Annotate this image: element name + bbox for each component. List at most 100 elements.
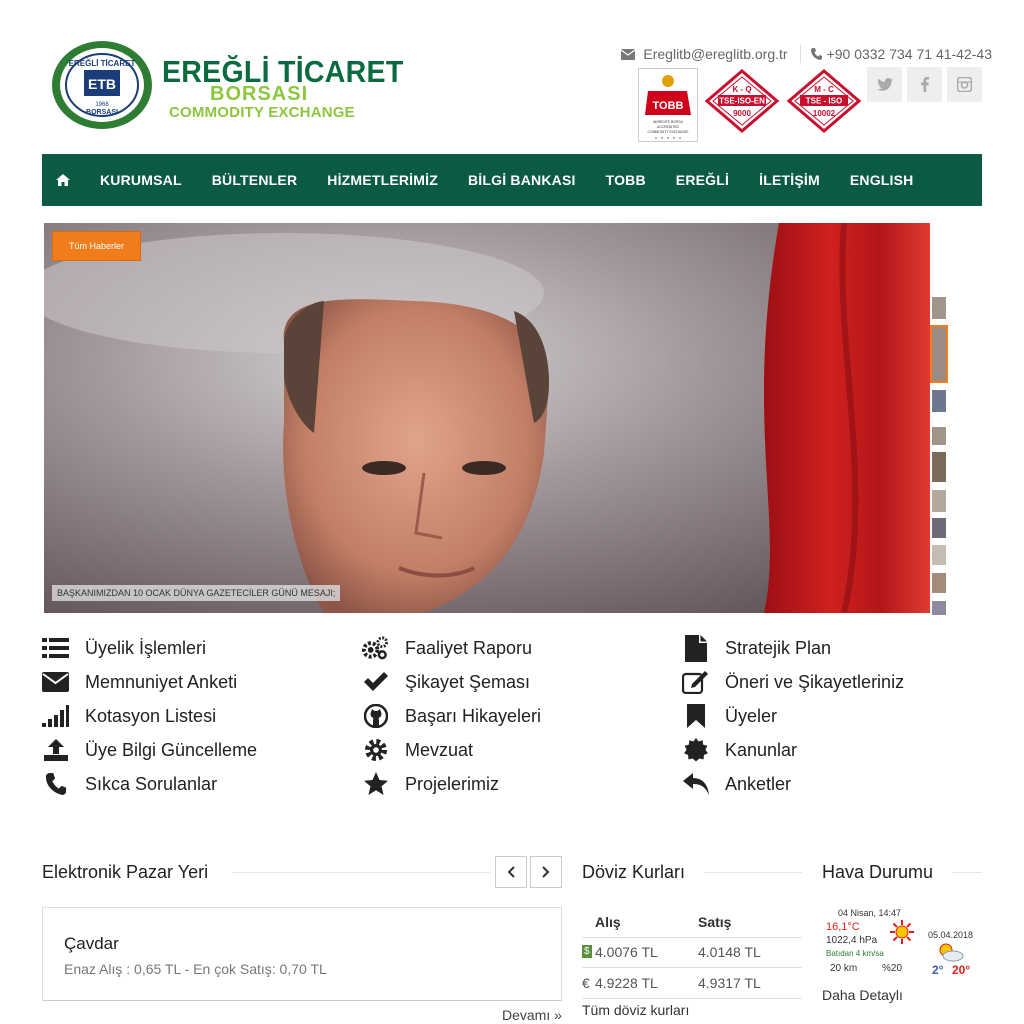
upload-icon bbox=[42, 737, 69, 764]
link-sikayet-semasi[interactable]: Şikayet Şeması bbox=[362, 667, 530, 697]
social-links bbox=[867, 67, 982, 102]
github-icon bbox=[362, 703, 389, 730]
contact-email[interactable]: Ereglitb@ereglitb.org.tr bbox=[643, 46, 787, 62]
svg-text:K - Q: K - Q bbox=[732, 85, 751, 94]
link-uye-bilgi-guncelleme[interactable]: Üye Bilgi Güncelleme bbox=[42, 735, 257, 765]
svg-text:TOBB: TOBB bbox=[653, 100, 684, 112]
svg-text:ACCREDITED: ACCREDITED bbox=[657, 125, 680, 129]
fx-title: Döviz Kurları bbox=[582, 862, 686, 882]
link-label: Kanunlar bbox=[725, 739, 798, 760]
link-label: Projelerimiz bbox=[405, 773, 500, 794]
link-sikca-sorulanlar[interactable]: Sıkca Sorulanlar bbox=[42, 769, 217, 799]
contact-divider bbox=[799, 45, 801, 63]
link-oneri-sikayetleriniz[interactable]: Öneri ve Şikayetleriniz bbox=[682, 667, 904, 697]
fx-all-rates-link[interactable]: Tüm döviz kurları bbox=[582, 1002, 689, 1018]
link-kotasyon-listesi[interactable]: Kotasyon Listesi bbox=[42, 701, 216, 731]
svg-text:1968: 1968 bbox=[95, 102, 109, 108]
edit-icon bbox=[682, 669, 709, 696]
instagram-icon[interactable] bbox=[947, 67, 982, 102]
link-label: Kotasyon Listesi bbox=[85, 705, 217, 726]
nav-kurumsal[interactable]: KURUMSAL bbox=[100, 172, 182, 188]
slider-thumb[interactable] bbox=[932, 427, 946, 445]
link-label: Şikayet Şeması bbox=[405, 671, 531, 692]
link-label: Üyelik İşlemleri bbox=[85, 637, 207, 658]
link-stratejik-plan[interactable]: Stratejik Plan bbox=[682, 633, 831, 663]
link-faaliyet-raporu[interactable]: Faaliyet Raporu bbox=[362, 633, 532, 663]
nav-english[interactable]: ENGLISH bbox=[850, 172, 914, 188]
star-icon bbox=[362, 771, 389, 798]
svg-text:TSE-ISO-EN: TSE-ISO-EN bbox=[719, 97, 765, 106]
slider-thumb[interactable] bbox=[932, 601, 946, 615]
all-news-button[interactable]: Tüm Haberler bbox=[52, 231, 141, 261]
link-label: Öneri ve Şikayetleriniz bbox=[725, 671, 905, 692]
signal-bars-icon bbox=[42, 703, 69, 730]
prev-button[interactable] bbox=[495, 856, 527, 888]
weather-title: Hava Durumu bbox=[822, 862, 934, 882]
weather-next-date: 05.04.2018 bbox=[928, 930, 974, 940]
slider-thumb[interactable] bbox=[932, 573, 946, 593]
fx-col-buy: Alış bbox=[595, 914, 621, 930]
slider-thumb[interactable] bbox=[932, 518, 946, 538]
tse-iso-10002-badge[interactable]: M - C TSE - ISO 10002 bbox=[786, 68, 862, 134]
brand-commodity-exchange: COMMODITY EXCHANGE bbox=[169, 104, 355, 121]
link-label: Stratejik Plan bbox=[725, 637, 832, 658]
link-anketler[interactable]: Anketler bbox=[682, 769, 791, 799]
slider-thumb[interactable] bbox=[932, 545, 946, 565]
fx-usd-buy: 4.0076 TL bbox=[595, 944, 658, 960]
slider-thumb-active[interactable] bbox=[930, 325, 948, 383]
link-label: Memnuniyet Anketi bbox=[85, 671, 238, 692]
document-icon bbox=[682, 634, 709, 662]
slider-thumb[interactable] bbox=[932, 490, 946, 512]
slider-thumb[interactable] bbox=[932, 452, 946, 482]
weather-widget[interactable]: 04 Nisan, 14:47 16,1°C 1022,4 hPa Batıda… bbox=[822, 906, 982, 982]
market-more-link[interactable]: Devamı » bbox=[502, 1007, 562, 1023]
link-uyeler[interactable]: Üyeler bbox=[682, 701, 777, 731]
svg-text:COMMODITY EXCHANGE: COMMODITY EXCHANGE bbox=[647, 130, 689, 134]
svg-text:10002: 10002 bbox=[813, 109, 836, 118]
nav-bilgi-bankasi[interactable]: BİLGİ BANKASI bbox=[468, 172, 576, 188]
euro-icon: € bbox=[582, 975, 590, 991]
slide-caption[interactable]: BAŞKANIMIZDAN 10 OCAK DÜNYA GAZETECİLER … bbox=[52, 585, 341, 601]
weather-visibility: 20 km bbox=[830, 963, 858, 974]
fx-row-usd: $ 4.0076 TL 4.0148 TL bbox=[582, 937, 802, 968]
link-kanunlar[interactable]: Kanunlar bbox=[682, 735, 797, 765]
tse-iso-9000-badge[interactable]: K - Q TSE-ISO-EN 9000 bbox=[704, 68, 780, 134]
certificate-icon bbox=[682, 737, 709, 764]
fx-eur-buy: 4.9228 TL bbox=[595, 975, 658, 991]
twitter-icon[interactable] bbox=[867, 67, 902, 102]
slider-thumb[interactable] bbox=[932, 297, 946, 319]
nav-iletisim[interactable]: İLETİŞİM bbox=[759, 172, 820, 188]
market-item-name: Çavdar bbox=[64, 934, 119, 953]
link-projelerimiz[interactable]: Projelerimiz bbox=[362, 769, 499, 799]
link-memnuniyet-anketi[interactable]: Memnuniyet Anketi bbox=[42, 667, 237, 697]
link-label: Anketler bbox=[725, 773, 792, 794]
svg-text:BORSASI: BORSASI bbox=[86, 109, 118, 116]
chevron-right-icon bbox=[542, 866, 550, 878]
next-button[interactable] bbox=[530, 856, 562, 888]
slider-thumb[interactable] bbox=[932, 390, 946, 412]
gear-icon bbox=[362, 737, 389, 764]
market-pager bbox=[495, 856, 562, 888]
nav-hizmetlerimiz[interactable]: HİZMETLERİMİZ bbox=[327, 172, 438, 188]
tobb-accreditation-badge[interactable]: TOBB AKREDİTE BORSA ACCREDITED COMMODITY… bbox=[638, 68, 698, 142]
nav-bultenler[interactable]: BÜLTENLER bbox=[212, 172, 298, 188]
link-basari-hikayeleri[interactable]: Başarı Hikayeleri bbox=[362, 701, 541, 731]
nav-tobb[interactable]: TOBB bbox=[606, 172, 646, 188]
link-uyelik-islemleri[interactable]: Üyelik İşlemleri bbox=[42, 633, 206, 663]
weather-detail-link[interactable]: Daha Detaylı bbox=[822, 987, 903, 1003]
facebook-icon[interactable] bbox=[907, 67, 942, 102]
market-item-card[interactable]: Çavdar Enaz Alış : 0,65 TL - En çok Satı… bbox=[42, 907, 562, 1001]
fx-row-eur: € 4.9228 TL 4.9317 TL bbox=[582, 968, 802, 999]
weather-humidity: %20 bbox=[882, 963, 903, 974]
contact-phone[interactable]: +90 0332 734 71 41-42-43 bbox=[827, 46, 992, 62]
svg-text:TSE - ISO: TSE - ISO bbox=[806, 97, 842, 106]
link-label: Üyeler bbox=[725, 705, 778, 726]
contact-bar: Ereglitb@ereglitb.org.tr +90 0332 734 71… bbox=[621, 45, 992, 63]
home-icon[interactable] bbox=[56, 172, 72, 188]
news-slider[interactable]: Tüm Haberler BAŞKANIMIZDAN 10 OCAK DÜNYA… bbox=[44, 223, 930, 613]
dollar-icon: $ bbox=[582, 945, 592, 958]
link-mevzuat[interactable]: Mevzuat bbox=[362, 735, 473, 765]
nav-eregli[interactable]: EREĞLİ bbox=[676, 172, 729, 188]
quick-links: Üyelik İşlemleri Memnuniyet Anketi Kotas… bbox=[42, 632, 982, 802]
site-logo[interactable]: ETB EREĞLİ TİCARET 1968 BORSASI EREĞLİ T… bbox=[50, 40, 403, 132]
